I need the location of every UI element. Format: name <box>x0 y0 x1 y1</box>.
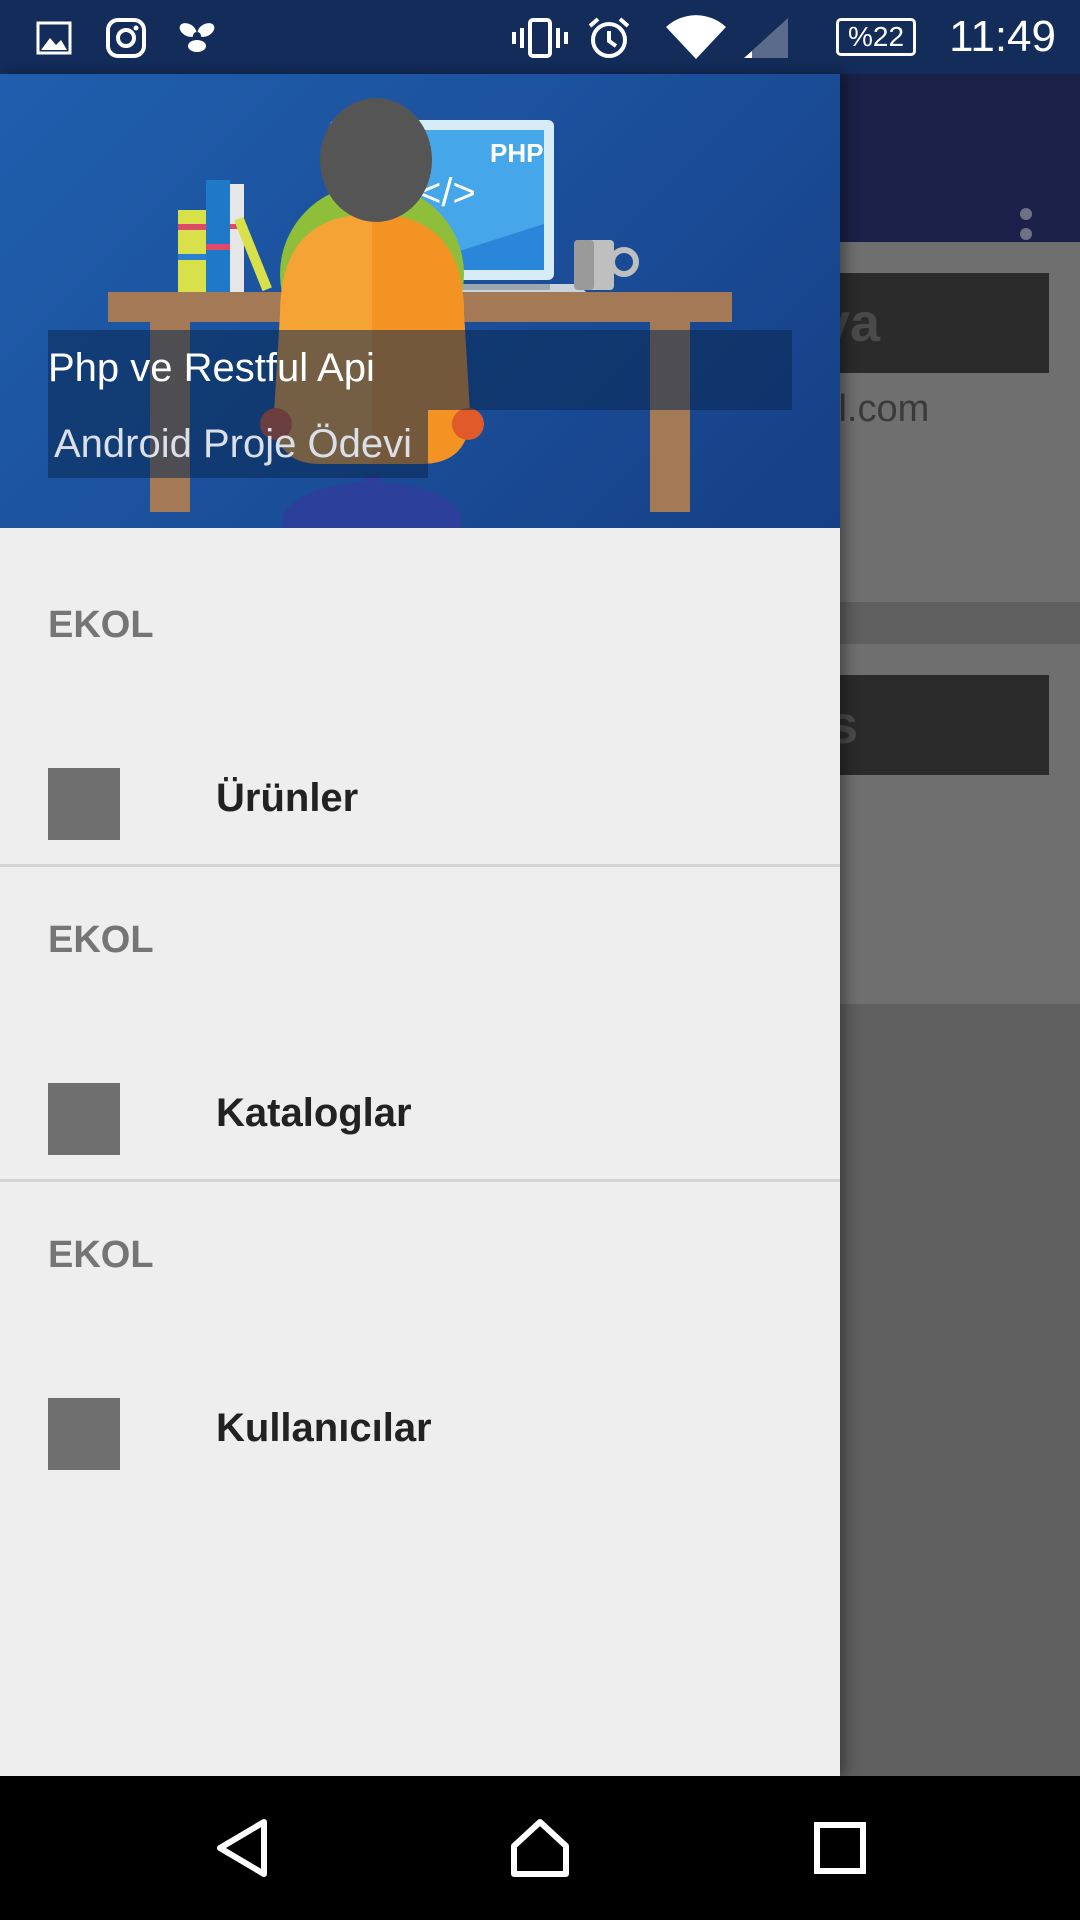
section-divider <box>0 1179 840 1182</box>
placeholder-icon <box>48 1083 120 1155</box>
nav-item-kataloglar[interactable]: Kataloglar <box>0 1047 840 1187</box>
home-icon[interactable] <box>504 1812 576 1884</box>
navigation-drawer: PHP </> Php ve Restful Api Android Proje… <box>0 74 840 1776</box>
section-header: EKOL <box>48 1234 154 1276</box>
nav-item-urunler[interactable]: Ürünler <box>0 732 840 872</box>
svg-text:PHP: PHP <box>490 138 543 168</box>
alarm-icon <box>586 16 632 60</box>
clock: 11:49 <box>949 12 1056 61</box>
back-icon[interactable] <box>206 1812 278 1884</box>
section-divider <box>0 864 840 867</box>
drawer-title: Php ve Restful Api <box>48 346 375 390</box>
nav-item-label: Ürünler <box>216 776 359 820</box>
section-header: EKOL <box>48 604 154 646</box>
section-header: EKOL <box>48 919 154 961</box>
app-icon <box>174 16 220 60</box>
system-navigation-bar <box>0 1776 1080 1920</box>
wifi-icon <box>666 15 726 60</box>
signal-icon <box>742 16 790 60</box>
status-bar: %22 11:49 <box>0 0 1080 74</box>
drawer-subtitle: Android Proje Ödevi <box>54 422 412 466</box>
placeholder-icon <box>48 768 120 840</box>
gallery-icon <box>34 16 74 60</box>
vibrate-icon <box>512 16 568 60</box>
drawer-header: PHP </> Php ve Restful Api Android Proje… <box>0 74 840 528</box>
recents-icon[interactable] <box>804 1812 876 1884</box>
nav-item-kullanicilar[interactable]: Kullanıcılar <box>0 1362 840 1502</box>
nav-item-label: Kullanıcılar <box>216 1406 432 1450</box>
instagram-icon <box>104 16 148 60</box>
placeholder-icon <box>48 1398 120 1470</box>
battery-icon: %22 <box>836 18 916 56</box>
nav-item-label: Kataloglar <box>216 1091 412 1135</box>
card-email-text: il.com <box>830 388 930 430</box>
